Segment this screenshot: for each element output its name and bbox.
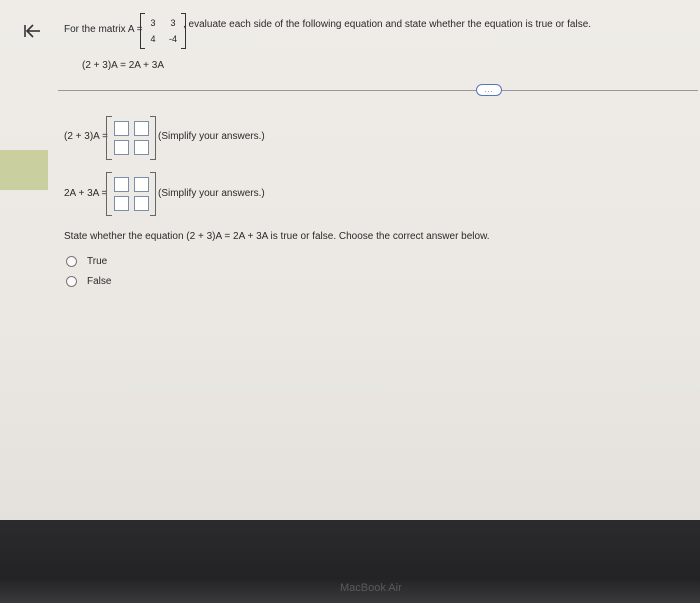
equation-text: (2 + 3)A = 2A + 3A (82, 60, 165, 71)
answer-cell[interactable] (114, 196, 129, 211)
option-false-label[interactable]: False (87, 276, 111, 287)
answer-cell[interactable] (134, 177, 149, 192)
question-intro: For the matrix A = (64, 24, 143, 35)
answer-cell[interactable] (114, 140, 129, 155)
more-dots-label: ... (484, 86, 494, 94)
question-screen: For the matrix A = 3 3 4 -4 , evaluate e… (0, 0, 700, 520)
option-false-radio[interactable] (66, 276, 77, 287)
matrix-a-cell: 3 (170, 18, 176, 28)
matrix-a-cell: 4 (150, 34, 156, 44)
left-side-answer-matrix (106, 116, 156, 160)
back-button[interactable] (20, 20, 44, 42)
answer-cell[interactable] (114, 177, 129, 192)
right-side-hint: (Simplify your answers.) (158, 188, 265, 199)
back-arrow-icon (24, 24, 40, 38)
answer-cell[interactable] (134, 121, 149, 136)
device-brand-label: MacBook Air (340, 582, 402, 594)
matrix-a: 3 3 4 -4 (140, 13, 186, 49)
more-button[interactable]: ... (476, 84, 502, 96)
right-side-label: 2A + 3A = (64, 188, 108, 199)
matrix-a-cell: 3 (150, 18, 156, 28)
question-instruction: , evaluate each side of the following eq… (183, 19, 592, 30)
statement-text: State whether the equation (2 + 3)A = 2A… (64, 231, 490, 242)
right-side-answer-matrix (106, 172, 156, 216)
left-side-label: (2 + 3)A = (64, 131, 108, 142)
option-true-label[interactable]: True (87, 256, 107, 267)
matrix-a-cell: -4 (168, 34, 177, 44)
answer-cell[interactable] (134, 140, 149, 155)
left-side-hint: (Simplify your answers.) (158, 131, 265, 142)
side-highlight-strip (0, 150, 48, 190)
answer-cell[interactable] (134, 196, 149, 211)
option-true-radio[interactable] (66, 256, 77, 267)
answer-cell[interactable] (114, 121, 129, 136)
section-divider (58, 90, 698, 91)
